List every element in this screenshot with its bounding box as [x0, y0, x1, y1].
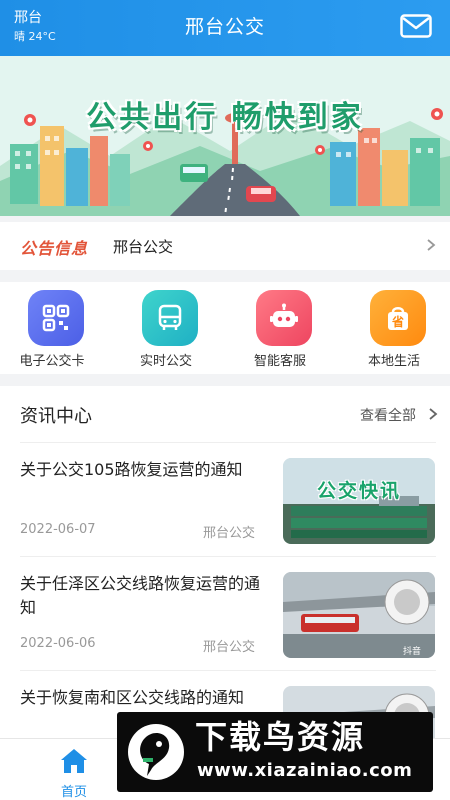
news-date: 2022-06-06 — [20, 636, 96, 651]
news-source: 邢台公交 — [203, 526, 256, 541]
menu-label: 实时公交 — [139, 354, 192, 369]
menu-item-e-card[interactable]: 电子公交卡 — [7, 290, 97, 372]
news-source: 邢台公交 — [203, 640, 256, 655]
divider — [20, 556, 436, 557]
top-bar: 邢台 晴 24°C 邢台公交 — [0, 0, 450, 56]
bird-logo-icon — [128, 724, 184, 780]
banner-slogan: 公共出行 畅快到家 — [86, 100, 364, 135]
menu-label: 智能客服 — [253, 354, 306, 369]
notice-bar[interactable]: 公告信息 邢台公交 — [0, 222, 450, 270]
bus-icon — [142, 290, 198, 346]
thumbnail-caption: 抖音 — [403, 647, 422, 657]
news-thumbnail: 公交快讯 — [283, 458, 435, 544]
menu-label: 本地生活 — [367, 354, 420, 369]
news-date: 2022-06-07 — [20, 522, 96, 537]
home-icon — [61, 749, 87, 773]
news-heading: 资讯中心 — [20, 406, 92, 427]
mail-icon[interactable] — [400, 14, 432, 38]
promo-banner[interactable]: 公共出行 畅快到家 — [0, 56, 450, 216]
tab-home[interactable]: 首页 — [45, 745, 103, 800]
menu-label: 电子公交卡 — [19, 354, 85, 369]
qr-card-icon — [28, 290, 84, 346]
notice-tag: 公告信息 — [20, 239, 89, 258]
divider — [20, 442, 436, 443]
news-title: 关于公交105路恢复运营的通知 — [20, 460, 243, 479]
news-item[interactable]: 关于公交105路恢复运营的通知 2022-06-07 邢台公交 公交快讯 — [0, 444, 450, 558]
chevron-right-icon — [429, 408, 438, 420]
watermark-title: 下载鸟资源 — [195, 718, 366, 756]
news-thumbnail: 抖音 — [283, 572, 435, 658]
app-screen: 邢台 晴 24°C 邢台公交 公共出行 畅快到家 公告信息 邢台公交 电子公交卡… — [0, 0, 450, 800]
news-item[interactable]: 关于任泽区公交线路恢复运营的通知 2022-06-06 邢台公交 抖音 — [0, 558, 450, 672]
quick-menu: 电子公交卡 实时公交 智能客服 省 本地生活 — [0, 282, 450, 374]
app-title: 邢台公交 — [184, 16, 265, 38]
news-title: 关于恢复南和区公交线路的通知 — [20, 688, 245, 707]
news-title: 关于任泽区公交线路恢复运营的通知 — [20, 574, 261, 617]
watermark-url: www.xiazainiao.com — [197, 760, 413, 781]
chevron-right-icon — [427, 239, 436, 251]
news-center: 资讯中心 查看全部 关于公交105路恢复运营的通知 2022-06-07 邢台公… — [0, 386, 450, 738]
robot-icon — [256, 290, 312, 346]
menu-item-local-life[interactable]: 省 本地生活 — [349, 290, 439, 372]
menu-item-realtime-bus[interactable]: 实时公交 — [121, 290, 211, 372]
view-all-link[interactable]: 查看全部 — [360, 405, 416, 425]
thumbnail-caption: 公交快讯 — [316, 480, 401, 502]
tab-home-label: 首页 — [60, 785, 87, 800]
divider — [20, 670, 436, 671]
city-illustration — [0, 56, 450, 216]
menu-item-ai-service[interactable]: 智能客服 — [235, 290, 325, 372]
svg-text:省: 省 — [391, 314, 404, 329]
watermark: 下载鸟资源 www.xiazainiao.com — [117, 712, 433, 792]
shopping-bag-icon: 省 — [370, 290, 426, 346]
notice-text: 邢台公交 — [113, 238, 174, 256]
